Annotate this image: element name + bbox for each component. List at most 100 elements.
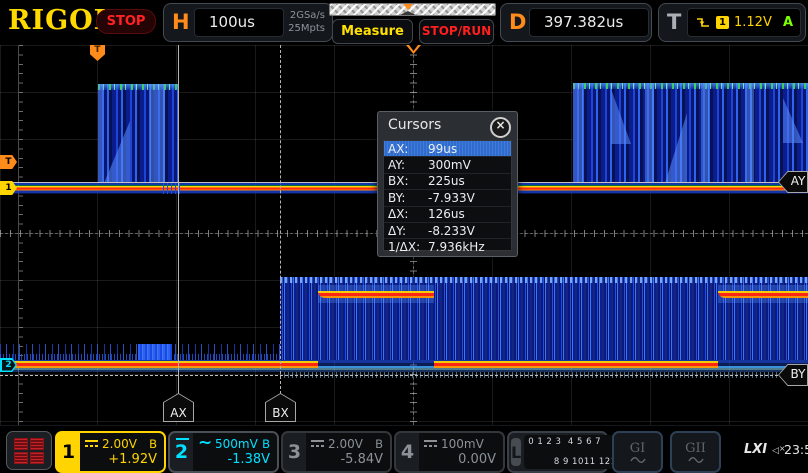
acquisition-status-badge: STOP [96,9,156,34]
overview-notch-icon [400,11,416,15]
waveform-grid: AX BX AY BY T T 1 2 Cursors AX:99us AY:3 [0,45,808,425]
ch2-overbar-icon [176,438,189,440]
channel1-box[interactable]: 1 2.00V B +1.92V [55,431,166,473]
ch1-burst1-litecol [150,84,165,183]
cursor-by-tag[interactable]: BY [778,364,808,386]
channel1-info: 2.00V B +1.92V [80,433,164,471]
ch2-bandwidth: B [262,437,270,451]
ch3-offset: -5.84V [311,452,383,467]
ch3-scale: 2.00V [328,437,363,451]
channel2-info: 500mV B -1.38V [193,433,277,471]
cursor-by-line[interactable] [0,375,808,376]
cursors-panel-title: Cursors [388,117,441,133]
ch2-intensity-line-low [434,361,718,368]
generator1-button[interactable]: GI [612,431,663,473]
timebase-value: 100us [194,8,284,37]
stop-run-button[interactable]: STOP/RUN [419,19,494,44]
close-icon[interactable] [490,117,511,138]
ch1-dc-coupling-icon [85,439,99,449]
sine-wave-icon [688,456,704,464]
channel4-number: 4 [396,433,419,471]
gen2-label: GII [685,441,706,456]
cursor-row-bx[interactable]: BX:225us [384,174,511,190]
ch2-offset: -1.38V [198,452,270,467]
sine-wave-icon [630,456,646,464]
trigger-source-badge: 1 [716,16,729,29]
red-waveform-tile-icon [14,452,28,464]
acquisition-info: 2GSa/s 25Mpts [288,9,325,35]
trigger-menu-button[interactable]: T 1 1.12V A [658,3,806,42]
cursors-list: AX:99us AY:300mV BX:225us BY:-7.933V ΔX:… [383,140,512,251]
ch4-scale: 100mV [441,437,484,451]
channel1-number: 1 [57,433,80,471]
delay-label: D [509,10,526,34]
cursor-row-ax[interactable]: AX:99us [384,141,511,157]
all-channels-button[interactable] [6,431,52,470]
cursor-row-dx[interactable]: ΔX:126us [384,207,511,223]
overview-trigger-marker-icon [403,4,413,10]
ch1-burst2-litecol [701,83,709,183]
measure-button[interactable]: Measure [332,19,413,44]
cursor-by-tag-label: BY [783,367,808,381]
ch1-burst2-wedge [611,89,631,144]
logic-label: L [511,438,521,466]
ch1-burst1-wedge [104,121,130,183]
delay-menu-button[interactable]: D 397.382us [500,3,652,42]
system-time: 23:50 [784,442,808,457]
cursor-ax-line[interactable] [178,45,179,394]
ch4-offset: 0.00V [424,452,496,467]
cursor-ay-tag-label: AY [783,174,808,188]
falling-edge-icon [695,16,711,29]
ch1-offset: +1.92V [85,452,157,467]
delay-value: 397.382us [529,8,649,37]
horizontal-label: H [172,10,190,34]
ch1-burst1-litecol [98,84,104,183]
red-waveform-tile-icon [30,452,44,464]
ch2-scale: 500mV [215,437,258,451]
ch1-burst2-wedge [783,98,803,143]
cursor-bx-line[interactable] [280,45,281,394]
channel3-box[interactable]: 3 2.00V B -5.84V [281,431,392,473]
trigger-position-marker[interactable]: T [90,45,105,61]
ch1-scale: 2.00V [102,437,137,451]
gen1-label: GI [630,441,646,456]
cursor-row-freq[interactable]: 1/ΔX:7.936kHz [384,239,511,254]
ch1-burst-2 [573,83,808,183]
channel2-box[interactable]: 2 500mV B -1.38V [168,431,279,473]
channel4-info: 100mV 0.00V [419,433,503,471]
red-waveform-tile-icon [14,438,28,450]
ch3-bandwidth: B [375,437,383,451]
ch4-dc-coupling-icon [424,439,438,449]
generator2-button[interactable]: GII [670,431,721,473]
ch1-bandwidth: B [149,437,157,451]
red-waveform-tile-icon [30,438,44,450]
horizontal-menu-button[interactable]: H 100us 2GSa/s 25Mpts [163,3,333,42]
ch1-burst2-litecol [573,83,583,183]
ch3-dc-coupling-icon [311,439,325,449]
ch2-small-burst [138,344,172,360]
channel3-number: 3 [283,433,306,471]
ch1-burst-1 [98,84,178,183]
cursor-row-ay[interactable]: AY:300mV [384,157,511,173]
bottom-bar: 1 2.00V B +1.92V 2 500mV B -1.38V [0,425,808,473]
cursors-panel: Cursors AX:99us AY:300mV BX:225us BY:-7.… [377,111,518,257]
trigger-level-marker[interactable]: T [0,155,17,169]
ch2-ac-coupling-icon [198,439,212,449]
cursor-ay-tag[interactable]: AY [778,171,808,193]
ch2-intensity-line-low [0,361,318,368]
cursor-bx-tag[interactable]: BX [265,393,296,422]
waveform-position-bar[interactable] [329,3,496,16]
horizontal-reference-marker-icon [406,45,421,54]
cursor-row-by[interactable]: BY:-7.933V [384,190,511,206]
ch2-intensity-line-high [718,291,808,298]
trigger-level: 1.12V [734,15,772,30]
cursor-ax-tag[interactable]: AX [163,393,194,422]
top-bar: RIGOL STOP H 100us 2GSa/s 25Mpts Measure… [0,0,808,46]
lxi-status: LXI [744,442,767,457]
logic-analyzer-box[interactable]: L 0 1 2 3 4 5 6 7 8 9 1011 12131415 [507,431,608,473]
memory-depth: 25Mpts [288,23,325,34]
cursor-row-dy[interactable]: ΔY:-8.233V [384,223,511,239]
cursor-bx-tag-label: BX [265,406,296,420]
channel4-box[interactable]: 4 100mV 0.00V [394,431,505,473]
cursor-ax-tag-label: AX [163,406,194,420]
